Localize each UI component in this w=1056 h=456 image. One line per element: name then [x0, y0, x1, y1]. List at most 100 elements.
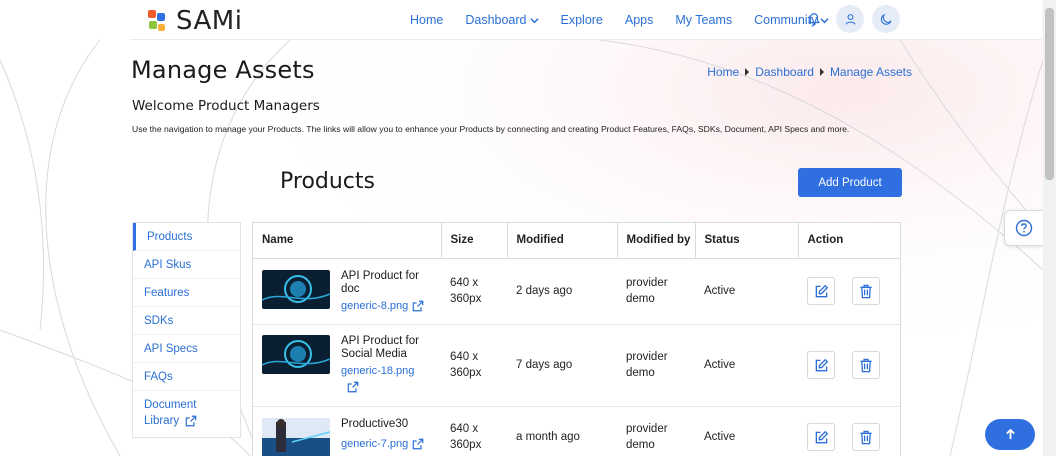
product-name-cell: API Product for doc generic-8.png — [253, 258, 441, 325]
file-name: generic-18.png — [341, 364, 415, 377]
product-name-cell: Productive30 generic-7.png — [253, 406, 441, 456]
file-name: generic-7.png — [341, 437, 409, 450]
product-name: Productive30 — [341, 417, 409, 430]
size-text: 640 x — [450, 351, 479, 363]
product-name: API Product for — [341, 334, 419, 347]
sidebar-item-api-specs[interactable]: API Specs — [133, 335, 240, 363]
size-cell: 640 x 360px — [441, 406, 507, 456]
status-cell: Active — [695, 406, 798, 456]
delete-button[interactable] — [852, 277, 881, 305]
sidebar-item-products[interactable]: Products — [133, 223, 240, 251]
nav-label: Home — [410, 13, 444, 27]
column-header-action[interactable]: Action — [798, 223, 900, 259]
bell-icon — [808, 13, 820, 26]
column-header-modified[interactable]: Modified — [507, 223, 618, 259]
delete-button[interactable] — [852, 423, 881, 451]
modified-by-cell: provider demo — [617, 406, 695, 456]
nav-home[interactable]: Home — [410, 13, 443, 27]
trash-icon — [860, 358, 872, 372]
modified-cell: 2 days ago — [507, 258, 617, 325]
column-header-size[interactable]: Size — [441, 223, 508, 259]
asset-sidebar: Products API Skus Features SDKs API Spec… — [132, 222, 241, 438]
column-header-name[interactable]: Name — [253, 223, 442, 259]
column-header-modified-by[interactable]: Modified by — [617, 223, 696, 259]
edit-button[interactable] — [807, 351, 835, 379]
sidebar-item-api-skus[interactable]: API Skus — [133, 251, 240, 279]
sidebar-item-document-library[interactable]: Document Library — [133, 391, 240, 437]
user-icon — [845, 13, 855, 25]
modified-by-text: provider — [626, 351, 668, 363]
table-row: API Product for doc generic-8.png 640 x 3… — [253, 258, 900, 325]
products-heading: Products — [280, 169, 375, 194]
help-icon — [1015, 219, 1033, 237]
edit-icon — [815, 430, 828, 443]
product-name: Social Media — [341, 347, 407, 360]
profile-button[interactable] — [836, 5, 864, 33]
nav-my-teams[interactable]: My Teams — [675, 13, 732, 27]
logo-text: SAMi — [176, 6, 243, 36]
breadcrumb-separator-icon — [745, 68, 750, 76]
breadcrumb-current[interactable]: Manage Assets — [830, 65, 912, 79]
edit-icon — [815, 358, 828, 371]
size-text: 640 x — [450, 423, 479, 435]
trash-icon — [860, 430, 872, 444]
product-file-link[interactable]: generic-7.png — [341, 438, 424, 450]
trash-icon — [860, 284, 872, 298]
nav-icon-group — [800, 5, 900, 33]
product-name: doc — [341, 283, 360, 295]
table-row: Productive30 generic-7.png 640 x 360px a … — [253, 406, 900, 456]
product-thumbnail — [262, 334, 330, 374]
modified-by-text: demo — [626, 439, 655, 451]
help-button[interactable] — [1004, 210, 1044, 246]
modified-by-cell: provider demo — [617, 258, 695, 325]
notifications-button[interactable] — [800, 5, 828, 33]
file-name: generic-8.png — [341, 300, 409, 312]
sidebar-item-label: Document — [144, 399, 197, 411]
nav-dashboard[interactable]: Dashboard — [465, 13, 539, 27]
breadcrumb-separator-icon — [819, 68, 824, 76]
size-text: 360px — [450, 367, 482, 379]
logo[interactable]: SAMi — [146, 6, 242, 36]
nav-label: My Teams — [675, 13, 733, 27]
breadcrumb-dashboard[interactable]: Dashboard — [755, 65, 814, 79]
size-text: 640 x — [450, 277, 479, 289]
welcome-heading: Welcome Product Managers — [132, 98, 320, 114]
add-product-button[interactable]: Add Product — [798, 168, 902, 197]
scrollbar-thumb[interactable] — [1045, 8, 1054, 180]
external-link-icon — [412, 300, 424, 312]
breadcrumb-home[interactable]: Home — [707, 65, 739, 79]
size-cell: 640 x 360px — [441, 258, 507, 325]
sidebar-item-features[interactable]: Features — [133, 279, 240, 307]
sidebar-item-faqs[interactable]: FAQs — [133, 363, 240, 391]
scroll-to-top-button[interactable] — [985, 419, 1035, 450]
nav-apps[interactable]: Apps — [625, 13, 654, 27]
edit-icon — [815, 284, 828, 297]
product-thumbnail — [262, 417, 330, 456]
delete-button[interactable] — [852, 351, 881, 379]
action-cell — [798, 406, 900, 456]
size-text: 360px — [450, 293, 482, 305]
sidebar-item-sdks[interactable]: SDKs — [133, 307, 240, 335]
theme-toggle-button[interactable] — [872, 5, 900, 33]
modified-by-text: demo — [626, 293, 655, 305]
product-file-link[interactable]: generic-8.png — [341, 300, 424, 312]
sidebar-item-label: Library — [144, 415, 180, 427]
product-name-cell: API Product for Social Media generic-18.… — [253, 324, 441, 407]
nav-label: Dashboard — [465, 13, 527, 27]
products-table: Name Size Modified Modified by Status Ac… — [252, 222, 901, 456]
modified-by-cell: provider demo — [617, 324, 695, 407]
column-header-status[interactable]: Status — [695, 223, 799, 259]
modified-by-text: provider — [626, 277, 668, 289]
breadcrumb: Home Dashboard Manage Assets — [707, 65, 912, 79]
logo-icon — [148, 10, 165, 31]
product-thumbnail — [262, 270, 330, 309]
main-nav: Home Dashboard Explore Apps My Teams Com… — [410, 0, 851, 40]
edit-button[interactable] — [807, 423, 835, 451]
nav-label: Explore — [560, 13, 603, 27]
product-file-link[interactable]: generic-18.png — [341, 365, 419, 396]
edit-button[interactable] — [807, 277, 835, 305]
external-link-icon — [412, 438, 424, 449]
nav-explore[interactable]: Explore — [561, 13, 603, 27]
nav-label: Apps — [624, 13, 654, 27]
page-description: Use the navigation to manage your Produc… — [132, 124, 850, 134]
